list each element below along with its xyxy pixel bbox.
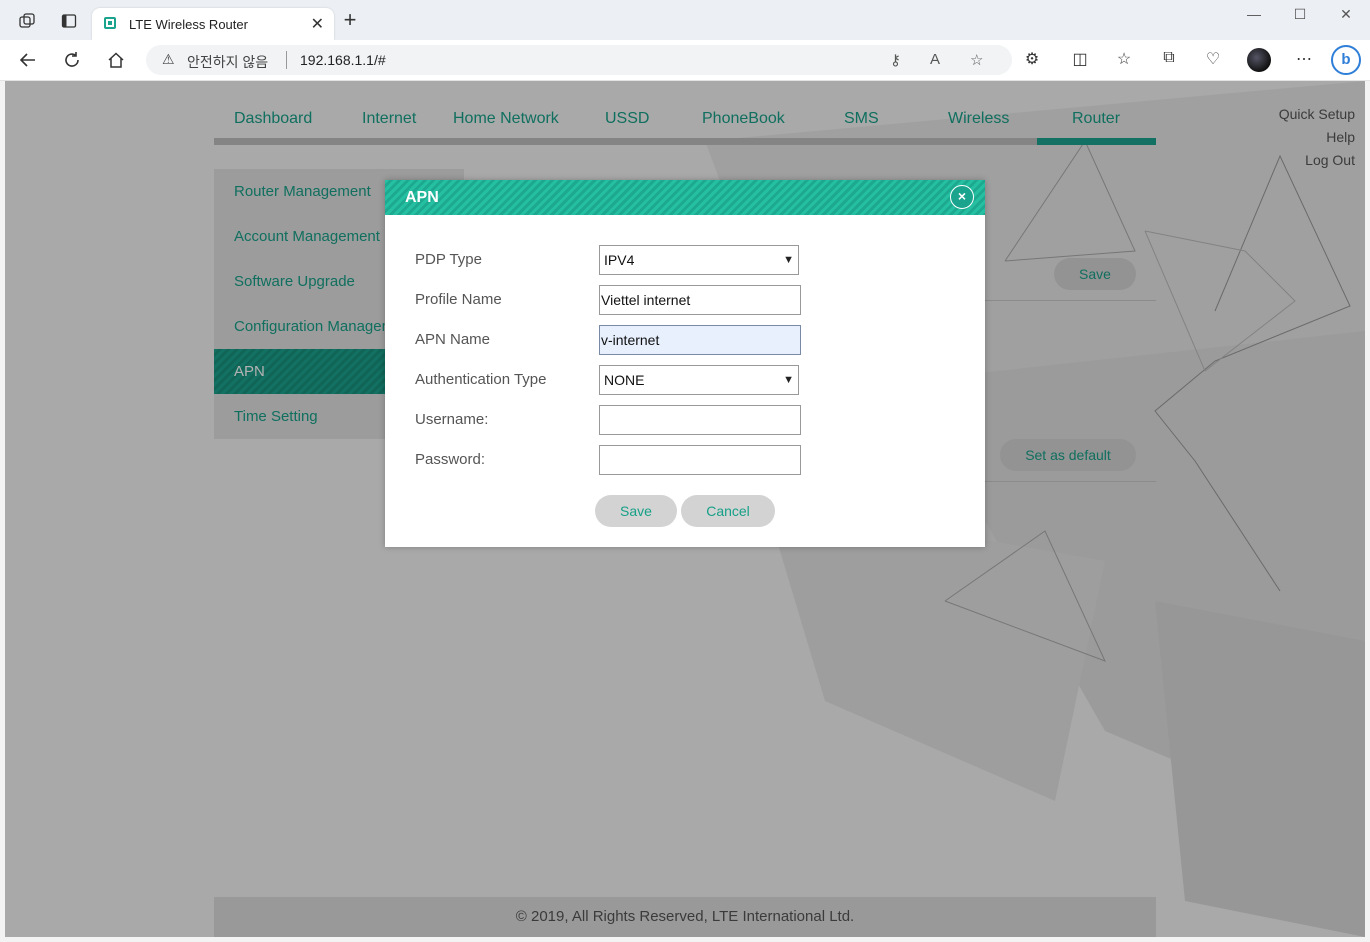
browser-tab[interactable]: LTE Wireless Router ✕ (92, 8, 334, 40)
split-screen-icon[interactable]: ◫ (1068, 49, 1092, 71)
apn-name-label: APN Name (415, 331, 491, 348)
chevron-down-icon: ▼ (783, 374, 794, 386)
dialog-close-icon[interactable]: × (950, 185, 974, 209)
warning-icon[interactable]: ⚠ (162, 51, 175, 68)
favorite-star-icon[interactable]: ☆ (970, 51, 983, 69)
pdp-type-label: PDP Type (415, 251, 482, 268)
pdp-type-value: IPV4 (604, 252, 635, 268)
address-bar[interactable]: ⚠ 안전하지 않음 192.168.1.1/# ⚷ A ☆ (146, 45, 1012, 75)
profile-name-input[interactable]: Viettel internet (599, 285, 801, 315)
pdp-type-select[interactable]: IPV4 ▼ (599, 245, 799, 275)
home-icon[interactable] (102, 47, 130, 73)
bing-chat-icon[interactable]: b (1331, 45, 1361, 75)
chevron-down-icon: ▼ (783, 254, 794, 266)
dialog-header: APN × (385, 180, 985, 215)
collections-icon[interactable]: ⧉ (1157, 49, 1181, 71)
browser-toolbar: ⚠ 안전하지 않음 192.168.1.1/# ⚷ A ☆ ⚙ ◫ ☆ ⧉ ♡ … (0, 40, 1370, 81)
router-favicon-icon (104, 17, 116, 29)
profile-avatar[interactable] (1247, 48, 1271, 72)
tab-actions-icon[interactable] (56, 8, 82, 34)
apn-dialog: APN × PDP Type IPV4 ▼ Profile Name Viett… (385, 180, 985, 547)
browser-essentials-icon[interactable]: ♡ (1201, 49, 1225, 71)
refresh-icon[interactable] (58, 47, 86, 73)
browser-tabstrip: LTE Wireless Router ✕ + — ☐ ✕ (0, 0, 1370, 40)
minimize-icon[interactable]: — (1231, 6, 1277, 28)
auth-type-label: Authentication Type (415, 371, 547, 388)
new-tab-icon[interactable]: + (338, 8, 362, 34)
key-icon[interactable]: ⚷ (890, 51, 901, 69)
back-icon[interactable] (14, 47, 42, 73)
workspaces-icon[interactable] (14, 8, 40, 34)
tab-title: LTE Wireless Router (129, 17, 248, 32)
dialog-title: APN (405, 189, 439, 206)
address-separator (286, 51, 287, 69)
profile-name-label: Profile Name (415, 291, 502, 308)
apn-name-input[interactable]: v-internet (599, 325, 801, 355)
extensions-icon[interactable]: ⚙ (1020, 49, 1044, 71)
username-input[interactable] (599, 405, 801, 435)
favorites-icon[interactable]: ☆ (1112, 49, 1136, 71)
maximize-icon[interactable]: ☐ (1277, 6, 1323, 28)
auth-type-value: NONE (604, 372, 645, 388)
password-label: Password: (415, 451, 486, 468)
more-menu-icon[interactable]: ⋯ (1292, 49, 1316, 71)
dialog-cancel-button[interactable]: Cancel (681, 495, 775, 527)
dialog-save-button[interactable]: Save (595, 495, 677, 527)
username-label: Username: (415, 411, 489, 428)
auth-type-select[interactable]: NONE ▼ (599, 365, 799, 395)
password-input[interactable] (599, 445, 801, 475)
security-label[interactable]: 안전하지 않음 (187, 52, 268, 72)
read-aloud-icon[interactable]: A (930, 51, 940, 68)
url-text[interactable]: 192.168.1.1/# (300, 52, 386, 68)
tab-close-icon[interactable]: ✕ (311, 14, 324, 34)
window-close-icon[interactable]: ✕ (1323, 6, 1369, 28)
